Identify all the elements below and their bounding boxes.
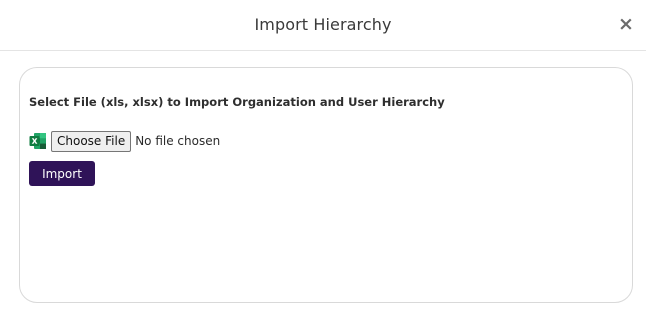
excel-icon bbox=[29, 132, 47, 150]
file-picker-row: Choose File No file chosen bbox=[29, 130, 220, 152]
import-button[interactable]: Import bbox=[29, 161, 95, 186]
close-button[interactable]: × bbox=[618, 15, 634, 34]
instruction-text: Select File (xls, xlsx) to Import Organi… bbox=[29, 95, 445, 109]
file-status-text: No file chosen bbox=[135, 134, 221, 148]
modal-header: Import Hierarchy × bbox=[0, 0, 646, 51]
import-hierarchy-modal: Import Hierarchy × Select File (xls, xls… bbox=[0, 0, 646, 312]
import-card: Select File (xls, xlsx) to Import Organi… bbox=[19, 67, 633, 303]
choose-file-button[interactable]: Choose File bbox=[51, 130, 132, 152]
modal-title: Import Hierarchy bbox=[254, 15, 392, 34]
